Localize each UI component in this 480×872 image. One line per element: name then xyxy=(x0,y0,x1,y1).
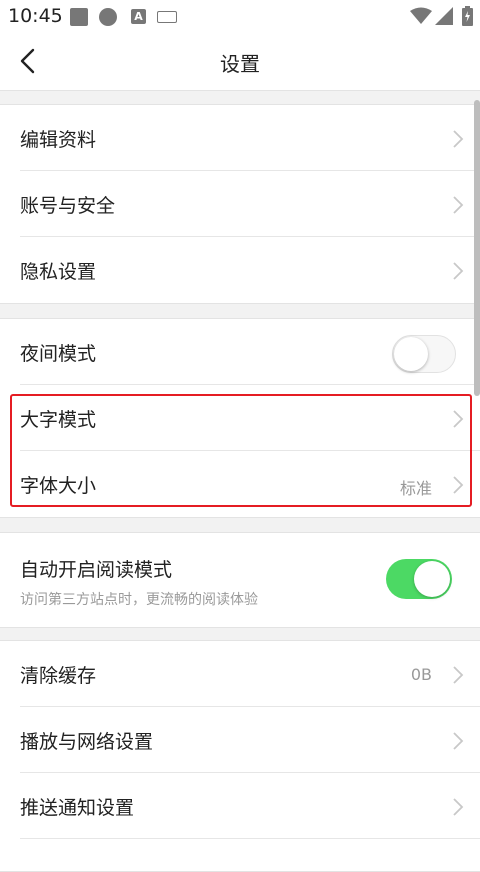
settings-row-auto-reading-mode: 自动开启阅读模式 访问第三方站点时，更流畅的阅读体验 xyxy=(0,533,480,627)
chevron-right-icon xyxy=(453,130,464,148)
row-label: 推送通知设置 xyxy=(20,797,135,819)
battery-charging-icon xyxy=(462,6,473,26)
row-label: 播放与网络设置 xyxy=(20,731,154,753)
night-mode-toggle[interactable] xyxy=(392,335,456,373)
settings-row-large-text-mode[interactable]: 大字模式 xyxy=(0,385,480,451)
row-label: 清除缓存 xyxy=(20,665,97,687)
settings-row-night-mode: 夜间模式 xyxy=(0,319,480,385)
status-bar: 10:45 A xyxy=(0,0,480,34)
settings-row-privacy[interactable]: 隐私设置 xyxy=(0,237,480,303)
row-label: 大字模式 xyxy=(20,409,97,431)
row-label: 自动开启阅读模式 xyxy=(20,559,173,581)
chevron-right-icon xyxy=(453,410,464,428)
chevron-right-icon xyxy=(453,262,464,280)
settings-row-playback-network[interactable]: 播放与网络设置 xyxy=(0,707,480,773)
page-title: 设置 xyxy=(220,52,260,76)
scrollbar[interactable] xyxy=(474,100,480,396)
square-notification-icon xyxy=(70,8,88,26)
settings-row-clear-cache[interactable]: 清除缓存 0B xyxy=(0,641,480,707)
settings-group-reading: 自动开启阅读模式 访问第三方站点时，更流畅的阅读体验 xyxy=(0,532,480,628)
keyboard-icon xyxy=(157,11,177,23)
settings-row-font-size[interactable]: 字体大小 标准 xyxy=(0,451,480,517)
settings-row-account-security[interactable]: 账号与安全 xyxy=(0,171,480,237)
toggle-knob xyxy=(394,337,428,371)
row-label: 夜间模式 xyxy=(20,343,97,365)
toggle-knob xyxy=(414,561,450,597)
row-label: 字体大小 xyxy=(20,475,97,497)
row-label: 编辑资料 xyxy=(20,129,97,151)
chevron-right-icon xyxy=(453,476,464,494)
a-icon: A xyxy=(131,9,146,24)
title-bar: 设置 xyxy=(0,34,480,91)
signal-icon xyxy=(435,7,453,25)
settings-row-push-notifications[interactable]: 推送通知设置 xyxy=(0,773,480,839)
wifi-icon xyxy=(410,7,432,24)
circle-notification-icon xyxy=(99,8,117,26)
status-time: 10:45 xyxy=(8,5,63,27)
row-subtitle: 访问第三方站点时，更流畅的阅读体验 xyxy=(20,592,258,608)
row-label: 账号与安全 xyxy=(20,195,116,217)
font-size-value: 标准 xyxy=(399,479,432,498)
row-label: 隐私设置 xyxy=(20,261,97,283)
settings-row-edit-profile[interactable]: 编辑资料 xyxy=(0,105,480,171)
settings-group-other: 清除缓存 0B 播放与网络设置 推送通知设置 xyxy=(0,640,480,872)
settings-group-account: 编辑资料 账号与安全 隐私设置 xyxy=(0,104,480,304)
cache-size-value: 0B xyxy=(410,665,432,684)
chevron-right-icon xyxy=(453,732,464,750)
chevron-right-icon xyxy=(453,196,464,214)
settings-group-display: 夜间模式 大字模式 字体大小 标准 xyxy=(0,318,480,518)
chevron-right-icon xyxy=(453,798,464,816)
chevron-right-icon xyxy=(453,666,464,684)
auto-reading-mode-toggle[interactable] xyxy=(386,559,452,599)
